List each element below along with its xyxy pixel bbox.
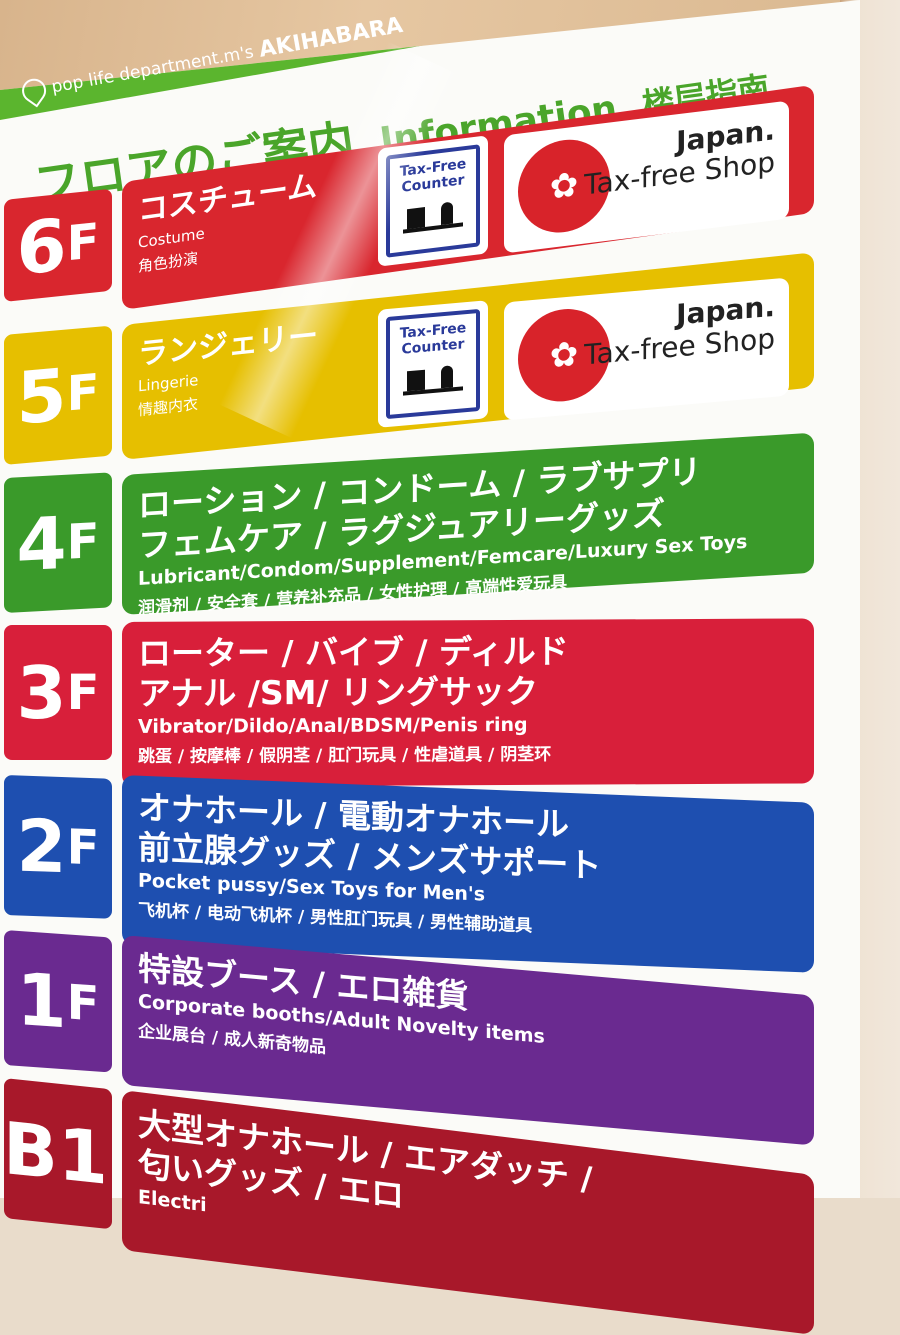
floor-badge-3f: 3F <box>4 625 112 760</box>
floor-suffix: F <box>66 819 100 877</box>
floor-number: 3 <box>16 650 67 735</box>
floor-badge-b1: B1 <box>3 1078 112 1230</box>
floor-jp-line: アナル /SM/ リングサック <box>138 671 539 713</box>
counter-icon <box>403 358 463 396</box>
tax-free-counter-label: Tax-Free Counter <box>399 320 467 358</box>
floor-jp-line: ローター / バイブ / ディルド <box>138 631 569 673</box>
floor-number: 6 <box>16 202 67 292</box>
floor-number: 5 <box>16 352 67 441</box>
floor-number: B1 <box>3 1105 108 1201</box>
tax-free-counter-badge: Tax-Free Counter <box>378 300 488 428</box>
floor-suffix: F <box>66 664 100 721</box>
floor-badge-1f: 1F <box>4 930 112 1073</box>
floor-badge-4f: 4F <box>4 472 112 613</box>
counter-icon <box>403 194 463 234</box>
floor-suffix: F <box>66 973 100 1033</box>
floor-suffix: F <box>66 512 100 571</box>
tax-free-counter-label: Tax-Free Counter <box>399 155 467 196</box>
floor-suffix: F <box>66 212 100 273</box>
floor-badge-2f: 2F <box>4 775 112 919</box>
tax-free-counter-badge: Tax-Free Counter <box>378 135 488 267</box>
floor-badge-6f: 6F <box>4 188 112 302</box>
floor-number: 1 <box>16 956 67 1044</box>
floor-badge-5f: 5F <box>4 325 112 465</box>
floor-cn: 跳蛋 / 按摩棒 / 假阴茎 / 肛门玩具 / 性虐道具 / 阴茎环 <box>138 744 552 767</box>
floor-suffix: F <box>66 363 100 423</box>
japan-tax-free-shop-badge: ✿ Japan. Tax-free Shop <box>504 277 789 421</box>
floor-row-3f: ローター / バイブ / ディルド アナル /SM/ リングサック Vibrat… <box>122 618 814 787</box>
floor-number: 4 <box>16 500 67 587</box>
floor-en: Vibrator/Dildo/Anal/BDSM/Penis ring <box>138 713 528 738</box>
floor-number: 2 <box>16 803 67 890</box>
